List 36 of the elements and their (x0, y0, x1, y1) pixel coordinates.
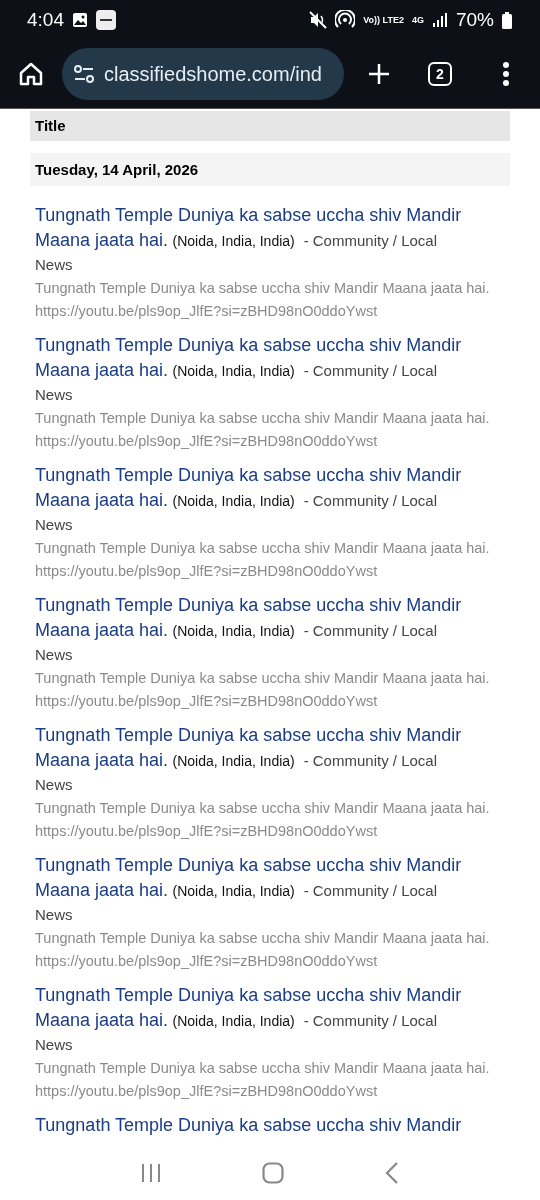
listing-heading[interactable]: Tungnath Temple Duniya ka sabse uccha shiv Mandir Maana jaata hai. (Noida, India, India) - Community / Local News (35, 983, 475, 1057)
listing-description: Tungnath Temple Duniya ka sabse uccha shiv Mandir Maana jaata hai. https://youtu.be/pls9op_JlfE?si=zBHD98nO0ddoYwst (35, 929, 491, 971)
date-header: Tuesday, 14 April, 2026 (30, 153, 510, 186)
back-icon[interactable] (385, 1161, 400, 1184)
column-header: Title (30, 111, 510, 141)
listing-heading[interactable]: Tungnath Temple Duniya ka sabse uccha shiv Mandir Maana jaata hai. (Noida, India, India) - Community / Local News (35, 333, 475, 407)
listing-description: Tungnath Temple Duniya ka sabse uccha shiv Mandir Maana jaata hai. https://youtu.be/pls9op_JlfE?si=zBHD98nO0ddoYwst (35, 539, 491, 581)
signal-icon (431, 12, 448, 28)
battery-percent: 70% (455, 9, 494, 31)
site-settings-icon[interactable] (74, 65, 94, 83)
listing-heading[interactable]: Tungnath Temple Duniya ka sabse uccha shiv Mandir Maana jaata hai. (Noida, India, India) - Community / Local News (35, 203, 475, 277)
hotspot-icon (335, 10, 356, 30)
network-label: 4G (411, 15, 424, 25)
volte-label: Vo)) LTE2 (363, 15, 404, 25)
address-bar[interactable]: classifiedshome.com/ind (62, 48, 344, 100)
app-icon (96, 10, 116, 30)
listing-description: Tungnath Temple Duniya ka sabse uccha shiv Mandir Maana jaata hai. https://youtu.be/pls9op_JlfE?si=zBHD98nO0ddoYwst (35, 1059, 491, 1101)
listing-description: Tungnath Temple Duniya ka sabse uccha shiv Mandir Maana jaata hai. https://youtu.be/pls9op_JlfE?si=zBHD98nO0ddoYwst (35, 799, 491, 841)
listing-heading[interactable]: Tungnath Temple Duniya ka sabse uccha shiv Mandir Maana jaata hai. (Noida, India, India) - Community / Local News (35, 853, 475, 927)
new-tab-icon[interactable] (368, 63, 390, 85)
tab-count-button[interactable]: 2 (428, 62, 452, 86)
listing-heading[interactable]: Tungnath Temple Duniya ka sabse uccha shiv Mandir (35, 1113, 475, 1138)
listing-description: Tungnath Temple Duniya ka sabse uccha shiv Mandir Maana jaata hai. https://youtu.be/pls9op_JlfE?si=zBHD98nO0ddoYwst (35, 279, 491, 321)
listing-description: Tungnath Temple Duniya ka sabse uccha shiv Mandir Maana jaata hai. https://youtu.be/pls9op_JlfE?si=zBHD98nO0ddoYwst (35, 669, 491, 711)
clock-time: 4:04 (27, 9, 64, 31)
mute-icon (309, 11, 328, 29)
listing-heading[interactable]: Tungnath Temple Duniya ka sabse uccha shiv Mandir Maana jaata hai. (Noida, India, India) - Community / Local News (35, 593, 475, 667)
battery-icon (502, 11, 512, 29)
home-button-icon[interactable] (262, 1161, 284, 1184)
listing-description: Tungnath Temple Duniya ka sabse uccha shiv Mandir Maana jaata hai. https://youtu.be/pls9op_JlfE?si=zBHD98nO0ddoYwst (35, 409, 491, 451)
menu-icon[interactable] (502, 61, 510, 87)
image-icon (72, 12, 88, 28)
listing-heading[interactable]: Tungnath Temple Duniya ka sabse uccha shiv Mandir Maana jaata hai. (Noida, India, India) - Community / Local News (35, 463, 475, 537)
home-icon[interactable] (18, 61, 44, 87)
recent-apps-icon[interactable] (140, 1162, 161, 1183)
listing-heading[interactable]: Tungnath Temple Duniya ka sabse uccha shiv Mandir Maana jaata hai. (Noida, India, India) - Community / Local News (35, 723, 475, 797)
